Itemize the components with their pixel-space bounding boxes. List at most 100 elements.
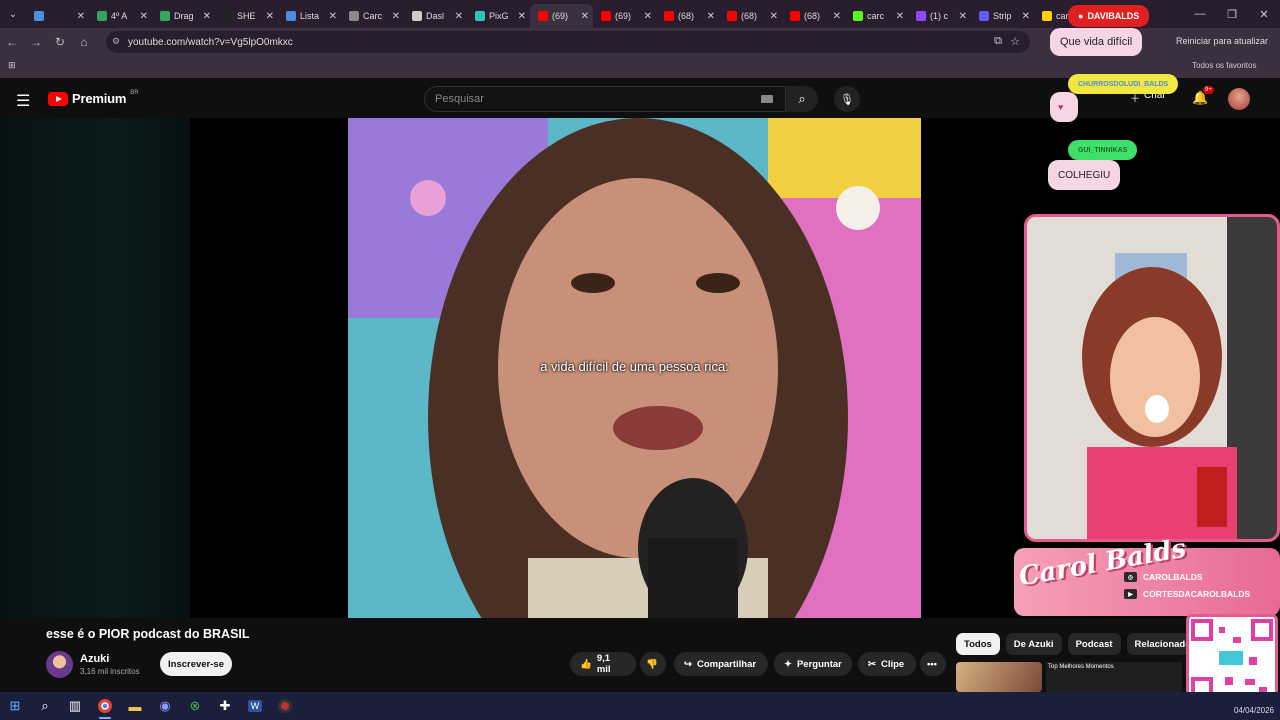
tab-favicon-icon — [664, 11, 674, 21]
avatar[interactable] — [1228, 88, 1250, 110]
browser-tab[interactable]: (68) ✕ — [656, 4, 719, 28]
recommended-thumbnail[interactable] — [956, 662, 1042, 692]
taskview-icon[interactable]: ▥ — [60, 692, 90, 720]
word-icon[interactable]: W — [240, 692, 270, 720]
chrome-icon[interactable] — [90, 692, 120, 720]
ask-label: Perguntar — [796, 658, 842, 670]
all-bookmarks[interactable]: Todos os favoritos — [1192, 61, 1256, 70]
apps-icon[interactable]: ⊞ — [8, 60, 16, 71]
close-window-icon[interactable]: ✕ — [1248, 0, 1280, 28]
tab-title: (68) — [804, 11, 821, 21]
tab-search-icon[interactable]: ⌄ — [0, 0, 26, 28]
tab-close-icon[interactable]: ✕ — [392, 11, 400, 22]
back-icon[interactable]: ← — [0, 28, 24, 56]
tab-close-icon[interactable]: ✕ — [140, 11, 148, 22]
obs-icon[interactable] — [270, 692, 300, 720]
rec-title: Top Melhores Momentos — [1048, 664, 1114, 670]
tab-title: Lista — [300, 11, 320, 21]
tab-close-icon[interactable]: ✕ — [203, 11, 211, 22]
tab-close-icon[interactable]: ✕ — [770, 11, 778, 22]
browser-tab[interactable]: (69) ✕ — [530, 4, 593, 28]
tab-close-icon[interactable]: ✕ — [329, 11, 337, 22]
browser-tab[interactable]: (68) ✕ — [719, 4, 782, 28]
reload-icon[interactable]: ↻ — [48, 28, 72, 56]
tab-title: Carc — [363, 11, 383, 21]
minimize-icon[interactable]: — — [1184, 0, 1216, 28]
tab-close-icon[interactable]: ✕ — [896, 11, 904, 22]
tab-title: 4º A — [111, 11, 128, 21]
browser-tab[interactable]: ✕ — [26, 4, 89, 28]
tab-title: Dasl — [426, 11, 445, 21]
like-button[interactable]: 👍 9,1 mil — [570, 652, 636, 676]
chat-message-emote: ♥ — [1050, 92, 1078, 122]
tab-favicon-icon — [286, 11, 296, 21]
search-input[interactable]: Pesquisar — [424, 86, 786, 112]
browser-tab[interactable]: (1) c ✕ — [908, 4, 971, 28]
url-field[interactable]: ⚙ youtube.com/watch?v=Vg5lpO0mkxc ⧉ ☆ — [106, 31, 1030, 53]
browser-tab[interactable]: PixG ✕ — [467, 4, 530, 28]
notification-badge: 9+ — [1203, 86, 1214, 94]
tab-close-icon[interactable]: ✕ — [581, 11, 589, 22]
tab-close-icon[interactable]: ✕ — [518, 11, 526, 22]
recommended-video-title[interactable]: Top Melhores Momentos — [1046, 662, 1182, 692]
defender-icon[interactable]: ✚ — [210, 692, 240, 720]
browser-tab[interactable]: Lista ✕ — [278, 4, 341, 28]
bookmark-star-icon[interactable]: ☆ — [1010, 35, 1020, 48]
voice-search-button[interactable]: 🎙 — [834, 86, 860, 112]
site-info-icon[interactable]: ⚙ — [112, 36, 120, 47]
tab-close-icon[interactable]: ✕ — [833, 11, 841, 22]
maximize-icon[interactable]: ❐ — [1216, 0, 1248, 28]
thumbs-up-icon: 👍 — [580, 658, 592, 670]
youtube-play-icon — [48, 91, 68, 106]
tab-favicon-icon — [538, 11, 548, 21]
browser-tab[interactable]: Strip ✕ — [971, 4, 1034, 28]
xbox-icon[interactable]: ⊗ — [180, 692, 210, 720]
share-button[interactable]: ↪ Compartilhar — [674, 652, 768, 676]
clip-button[interactable]: ✂ Clipe — [858, 652, 916, 676]
search-button[interactable]: ⌕ — [786, 86, 818, 112]
dislike-button[interactable]: 👎 — [640, 652, 666, 676]
tab-favicon-icon — [916, 11, 926, 21]
tab-close-icon[interactable]: ✕ — [455, 11, 463, 22]
browser-tab[interactable]: SHE ✕ — [215, 4, 278, 28]
tab-close-icon[interactable]: ✕ — [644, 11, 652, 22]
browser-tab[interactable]: 4º A ✕ — [89, 4, 152, 28]
forward-icon[interactable]: → — [24, 28, 48, 56]
home-icon[interactable]: ⌂ — [72, 28, 96, 56]
install-icon[interactable]: ⧉ — [994, 35, 1002, 48]
mic-icon: 🎙 — [840, 93, 854, 106]
start-icon[interactable]: ⊞ — [0, 692, 30, 720]
browser-tab[interactable]: carc ✕ — [845, 4, 908, 28]
tab-close-icon[interactable]: ✕ — [77, 11, 85, 22]
tab-title: carc — [867, 11, 885, 21]
browser-tab[interactable]: Dasl ✕ — [404, 4, 467, 28]
more-actions-button[interactable]: ••• — [920, 652, 946, 676]
channel-avatar[interactable] — [46, 651, 73, 678]
update-button[interactable]: Reiniciar para atualizar — [1176, 36, 1268, 46]
tab-close-icon[interactable]: ✕ — [959, 11, 967, 22]
menu-icon[interactable]: ☰ — [16, 91, 30, 111]
tab-close-icon[interactable]: ✕ — [707, 11, 715, 22]
chip-from-channel[interactable]: De Azuki — [1005, 633, 1062, 655]
tab-favicon-icon — [160, 11, 170, 21]
ask-button[interactable]: ✦ Perguntar — [774, 652, 852, 676]
browser-tab[interactable]: Drag ✕ — [152, 4, 215, 28]
youtube-logo[interactable]: Premium BR — [48, 90, 139, 106]
browser-tab[interactable]: Carc ✕ — [341, 4, 404, 28]
chip-podcast[interactable]: Podcast — [1067, 633, 1121, 655]
thumbs-down-icon: 👎 — [646, 658, 658, 670]
discord-icon[interactable]: ◉ — [150, 692, 180, 720]
channel-name[interactable]: Azuki — [80, 653, 109, 665]
browser-tab[interactable]: (68) ✕ — [782, 4, 845, 28]
share-label: Compartilhar — [696, 658, 757, 670]
search-icon[interactable]: ⌕ — [30, 692, 60, 720]
tab-close-icon[interactable]: ✕ — [266, 11, 274, 22]
chat-username-badge: ● DAVIBALDS — [1068, 5, 1150, 27]
subscribe-button[interactable]: Inscrever-se — [160, 652, 232, 676]
chip-all[interactable]: Todos — [956, 633, 1000, 655]
explorer-icon[interactable]: ▬ — [120, 692, 150, 720]
tab-close-icon[interactable]: ✕ — [1022, 11, 1030, 22]
browser-tab[interactable]: (69) ✕ — [593, 4, 656, 28]
keyboard-icon[interactable] — [761, 95, 773, 103]
tab-favicon-icon — [412, 11, 422, 21]
